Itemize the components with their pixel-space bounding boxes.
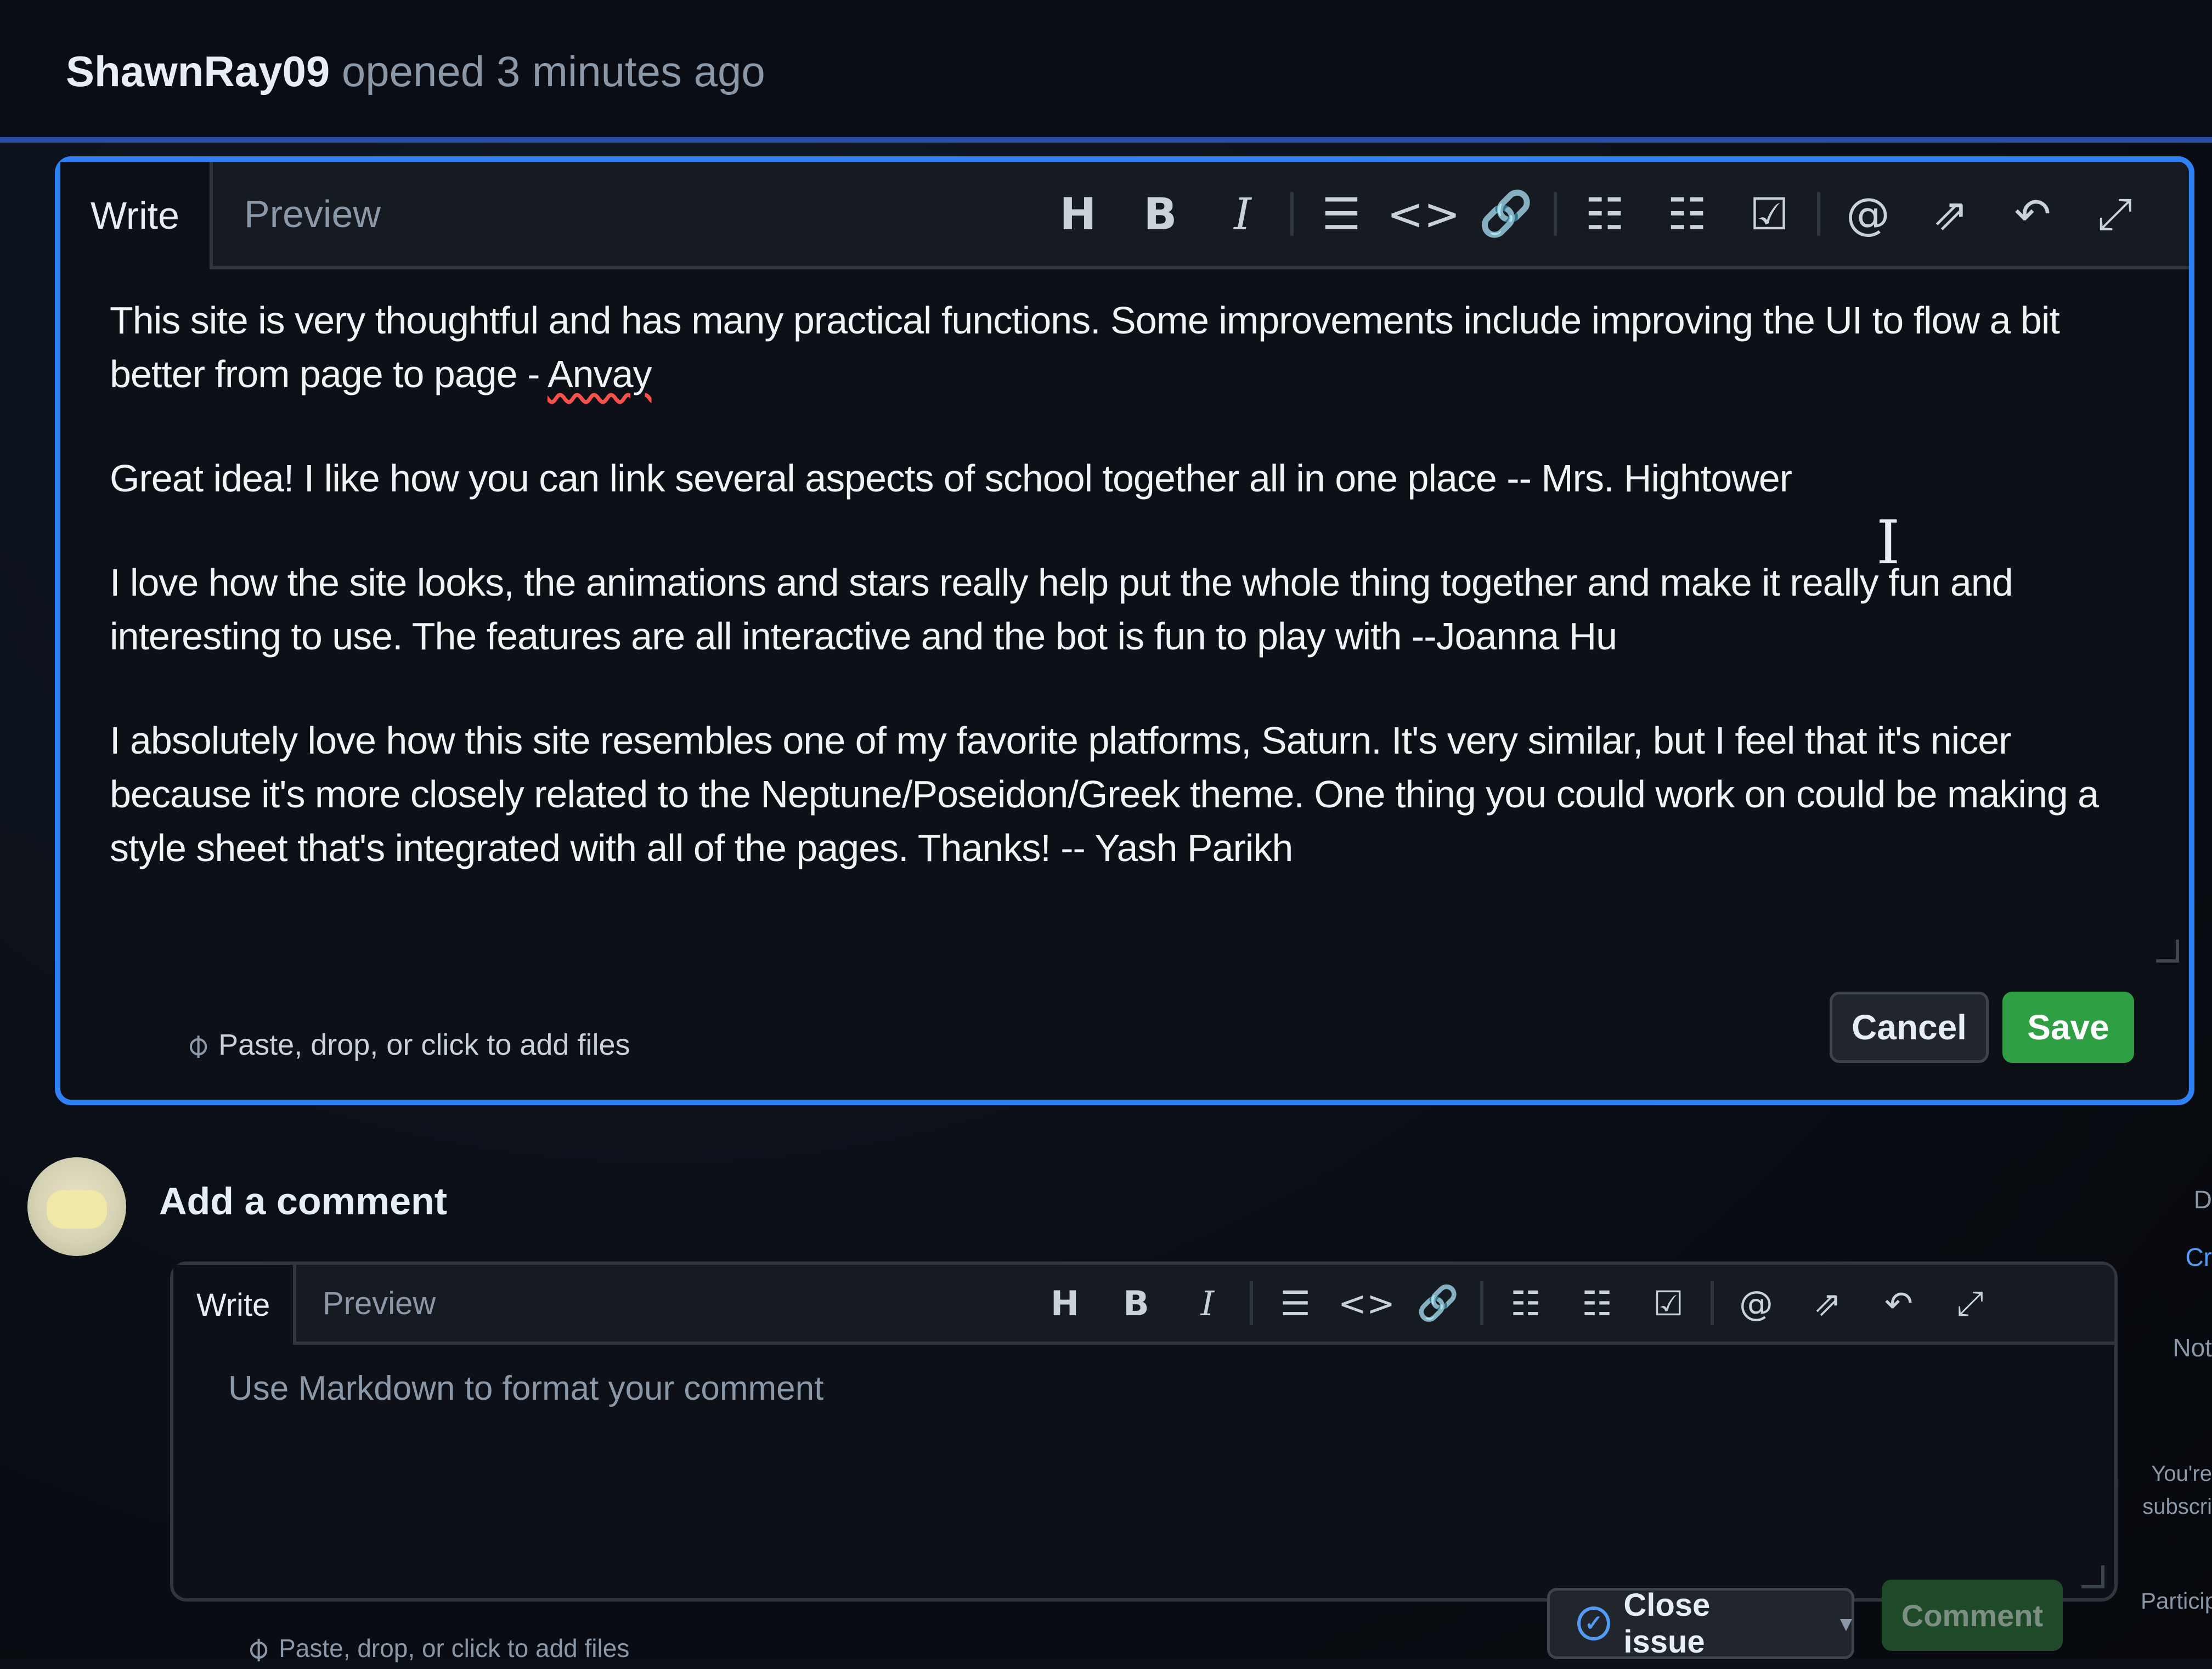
add-comment-heading: Add a comment: [159, 1180, 448, 1223]
ordered-list-icon[interactable]: ☷: [1646, 189, 1728, 240]
close-issue-label: Close issue: [1623, 1587, 1711, 1660]
bold-icon[interactable]: B: [1119, 189, 1201, 240]
attach-files-label: Paste, drop, or click to add files: [218, 1028, 630, 1061]
reply-icon[interactable]: ↶: [1991, 189, 2074, 240]
comment-paragraph: I absolutely love how this site resemble…: [110, 719, 2099, 869]
markdown-toolbar: H B I ☰ <> 🔗 ☷ ☷ ☑ @ ⇗ ↶ ⤢: [1037, 162, 2156, 266]
chevron-down-icon[interactable]: ▾: [1841, 1611, 1852, 1636]
link-icon[interactable]: 🔗: [1465, 188, 1547, 240]
opened-line: ShawnRay09 opened 3 minutes ago: [66, 47, 765, 97]
close-issue-button[interactable]: ✓ Close issue ▾: [1547, 1587, 1854, 1660]
mention-icon[interactable]: @: [1720, 1283, 1792, 1323]
check-circle-icon: ✓: [1577, 1606, 1611, 1640]
tab-write[interactable]: Write: [173, 1265, 297, 1345]
quote-icon[interactable]: ☰: [1300, 189, 1383, 240]
misspelled-word: Anvay: [547, 353, 652, 395]
toolbar-divider: [1711, 1281, 1714, 1325]
toolbar-divider: [1554, 192, 1557, 236]
unordered-list-icon[interactable]: ☷: [1564, 189, 1646, 240]
heading-icon[interactable]: H: [1037, 189, 1119, 240]
edit-comment-editor: Write Preview H B I ☰ <> 🔗 ☷ ☷ ☑ @ ⇗ ↶ ⤢…: [55, 156, 2194, 1105]
author-link[interactable]: ShawnRay09: [66, 47, 330, 95]
resize-handle[interactable]: [2081, 1565, 2104, 1588]
opened-time: opened 3 minutes ago: [341, 47, 765, 95]
link-icon[interactable]: 🔗: [1402, 1283, 1474, 1323]
heading-icon[interactable]: H: [1029, 1283, 1101, 1323]
italic-icon[interactable]: I: [1201, 189, 1284, 240]
toolbar-divider: [1250, 1281, 1253, 1325]
comment-button[interactable]: Comment: [1882, 1580, 2063, 1651]
new-comment-editor: Write Preview H B I ☰ <> 🔗 ☷ ☷ ☑ @ ⇗ ↶ ⤢…: [170, 1261, 2118, 1602]
quote-icon[interactable]: ☰: [1260, 1283, 1331, 1323]
bold-icon[interactable]: B: [1101, 1283, 1172, 1323]
save-button[interactable]: Save: [2002, 992, 2134, 1063]
tab-preview[interactable]: Preview: [300, 1265, 459, 1342]
sidebar-fragment: D: [2193, 1185, 2212, 1214]
comment-paragraph: I love how the site looks, the animation…: [110, 561, 2013, 658]
fullscreen-icon[interactable]: ⤢: [1934, 1283, 2006, 1323]
sidebar-fragment[interactable]: Cr: [2141, 1242, 2212, 1272]
italic-icon[interactable]: I: [1172, 1283, 1243, 1323]
toolbar-divider: [1480, 1281, 1483, 1325]
comment-paragraph: This site is very thoughtful and has man…: [110, 299, 2060, 395]
toolbar-divider: [1290, 192, 1294, 236]
unordered-list-icon[interactable]: ☷: [1490, 1283, 1561, 1323]
ordered-list-icon[interactable]: ☷: [1561, 1283, 1633, 1323]
sidebar-fragment: subscri: [2142, 1495, 2212, 1519]
cross-reference-icon[interactable]: ⇗: [1792, 1283, 1863, 1323]
code-icon[interactable]: <>: [1383, 189, 1465, 240]
toolbar-divider: [1817, 192, 1820, 236]
markdown-toolbar: H B I ☰ <> 🔗 ☷ ☷ ☑ @ ⇗ ↶ ⤢: [1029, 1265, 2006, 1342]
editor-tabbar: Write Preview H B I ☰ <> 🔗 ☷ ☷ ☑ @ ⇗ ↶ ⤢: [60, 162, 2189, 269]
text-cursor-icon: I: [1876, 507, 1900, 578]
comment-input-placeholder[interactable]: Use Markdown to format your comment: [228, 1369, 823, 1408]
cancel-button[interactable]: Cancel: [1830, 992, 1989, 1063]
task-list-icon[interactable]: ☑: [1633, 1283, 1704, 1323]
paperclip-icon: ⌀: [176, 1025, 217, 1065]
resize-handle[interactable]: [2156, 940, 2179, 963]
attach-files-hint[interactable]: ⌀ Paste, drop, or click to add files: [236, 1628, 629, 1668]
comment-paragraph: Great idea! I like how you can link seve…: [110, 457, 1792, 500]
cross-reference-icon[interactable]: ⇗: [1909, 189, 1991, 240]
editor-tabbar: Write Preview H B I ☰ <> 🔗 ☷ ☷ ☑ @ ⇗ ↶ ⤢: [173, 1265, 2114, 1345]
mention-icon[interactable]: @: [1827, 189, 1909, 240]
task-list-icon[interactable]: ☑: [1728, 189, 1810, 240]
sidebar-fragment: Not: [2172, 1333, 2212, 1362]
comment-textarea[interactable]: This site is very thoughtful and has man…: [110, 293, 2145, 957]
fullscreen-icon[interactable]: ⤢: [2074, 188, 2156, 240]
tab-preview[interactable]: Preview: [214, 162, 411, 266]
sidebar-fragment: You're: [2151, 1462, 2212, 1486]
tab-write[interactable]: Write: [60, 162, 213, 269]
reply-icon[interactable]: ↶: [1863, 1283, 1934, 1323]
code-icon[interactable]: <>: [1331, 1283, 1402, 1323]
attach-files-hint[interactable]: ⌀ Paste, drop, or click to add files: [176, 1025, 630, 1065]
sidebar-fragment: Particip: [2141, 1588, 2212, 1614]
avatar[interactable]: [27, 1157, 126, 1256]
issue-header: ShawnRay09 opened 3 minutes ago: [0, 0, 2212, 143]
